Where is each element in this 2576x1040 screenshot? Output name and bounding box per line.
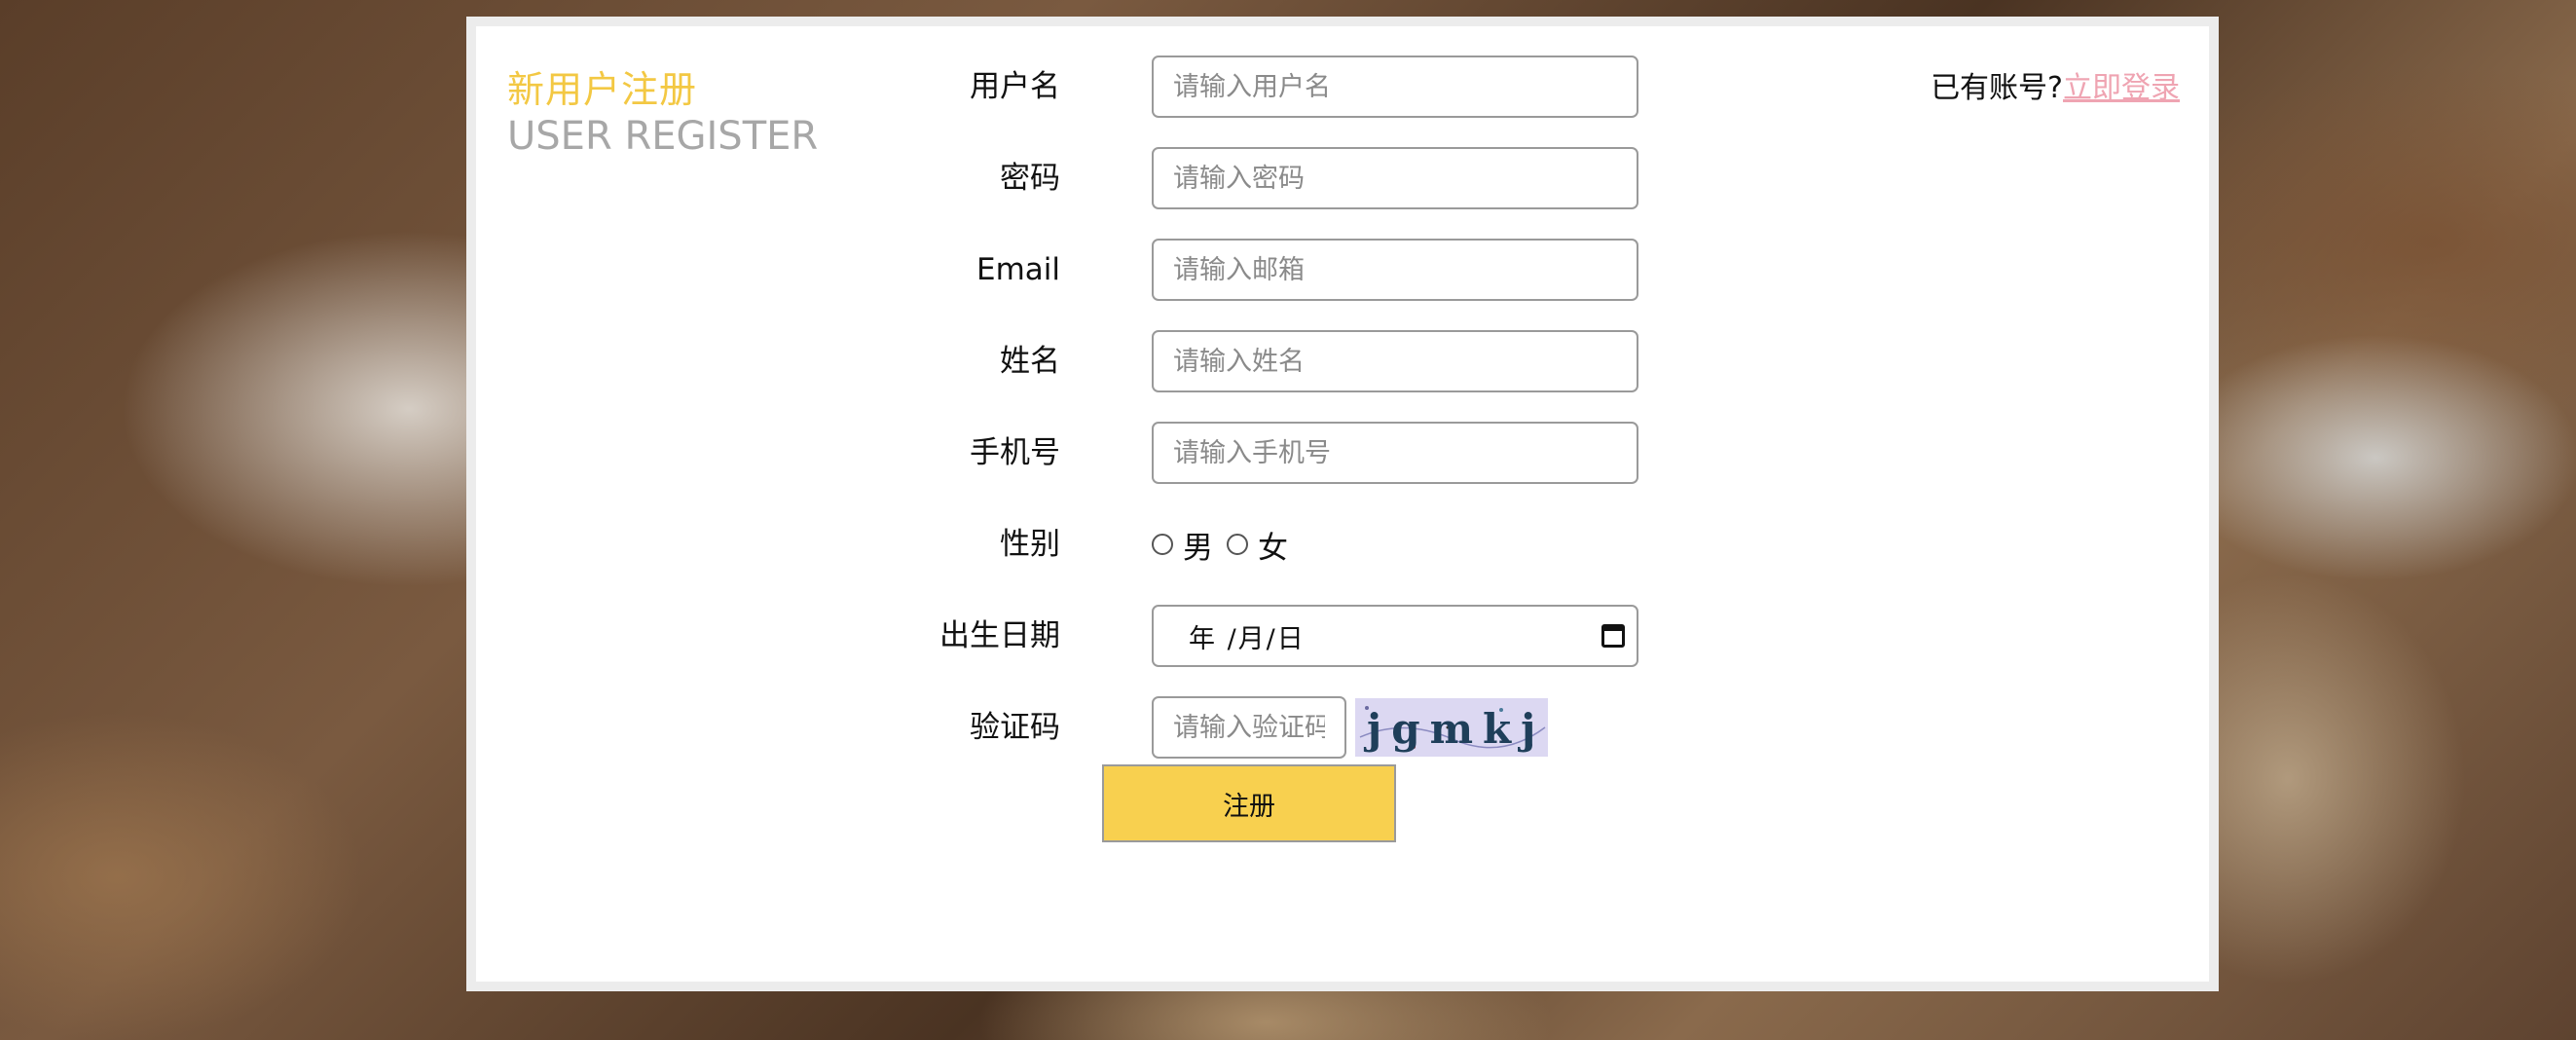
gender-female-radio[interactable]	[1227, 534, 1248, 555]
name-label: 姓名	[1000, 344, 1060, 379]
birthday-label: 出生日期	[939, 618, 1060, 653]
gender-female-label: 女	[1258, 530, 1288, 566]
register-card: 新用户注册 USER REGISTER 已有账号?立即登录 用户名 密码 Ema…	[476, 26, 2209, 982]
login-prompt: 已有账号?	[1931, 71, 2063, 105]
login-link[interactable]: 立即登录	[2063, 71, 2180, 105]
email-input[interactable]	[1152, 239, 1638, 301]
captcha-input[interactable]	[1152, 696, 1346, 759]
email-row: Email	[476, 239, 1644, 301]
gender-male-radio[interactable]	[1152, 534, 1173, 555]
email-label: Email	[975, 252, 1060, 287]
username-input[interactable]	[1152, 56, 1638, 118]
calendar-icon[interactable]	[1601, 624, 1625, 648]
gender-radio-group: 男 女	[1152, 513, 1302, 576]
name-row: 姓名	[476, 330, 1644, 392]
login-hint: 已有账号?立即登录	[1931, 63, 2180, 106]
username-row: 用户名	[476, 56, 1644, 118]
captcha-image-graphic: jgmkj	[1359, 705, 1546, 753]
phone-input[interactable]	[1152, 422, 1638, 484]
gender-label: 性别	[1000, 527, 1060, 562]
gender-row: 性别 男 女	[476, 513, 1644, 576]
captcha-image[interactable]: jgmkj	[1355, 698, 1548, 757]
birthday-format: 年 /月/日	[1189, 623, 1306, 654]
password-label: 密码	[1000, 161, 1060, 196]
captcha-row: 验证码 jgmkj	[476, 696, 1644, 759]
captcha-text: jgmkj	[1363, 705, 1545, 753]
name-input[interactable]	[1152, 330, 1638, 392]
password-input[interactable]	[1152, 147, 1638, 209]
register-panel: 新用户注册 USER REGISTER 已有账号?立即登录 用户名 密码 Ema…	[466, 17, 2219, 991]
register-button[interactable]: 注册	[1102, 764, 1396, 842]
password-row: 密码	[476, 147, 1644, 209]
phone-label: 手机号	[970, 435, 1060, 470]
phone-row: 手机号	[476, 422, 1644, 484]
birthday-date-input[interactable]: 年 /月/日	[1152, 605, 1638, 667]
birthday-row: 出生日期 年 /月/日	[476, 605, 1644, 667]
gender-male-label: 男	[1183, 530, 1213, 566]
username-label: 用户名	[970, 69, 1060, 104]
captcha-label: 验证码	[970, 710, 1060, 745]
